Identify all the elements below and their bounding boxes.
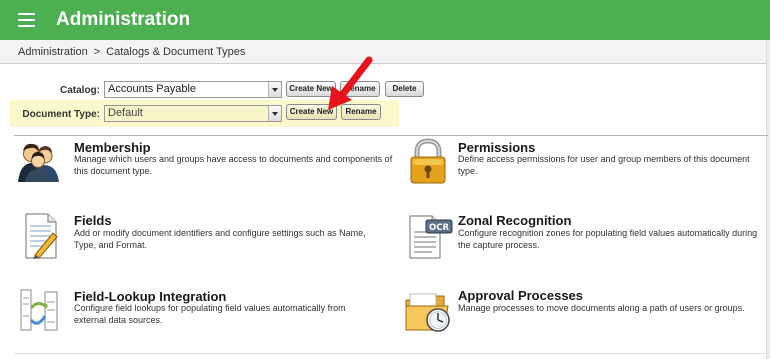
section-divider xyxy=(14,135,768,136)
catalog-select-value: Accounts Payable xyxy=(108,83,197,95)
approval-processes-link[interactable]: Approval Processes xyxy=(458,288,583,303)
catalog-delete-button[interactable]: Delete xyxy=(385,81,424,97)
ocr-document-icon: OCR xyxy=(406,212,453,259)
page-title: Administration xyxy=(56,9,191,30)
document-type-select[interactable]: Default xyxy=(104,105,282,122)
app-header: Administration xyxy=(0,0,770,40)
membership-link[interactable]: Membership xyxy=(74,140,151,155)
breadcrumb-root[interactable]: Administration xyxy=(18,46,88,58)
permissions-description: Define access permissions for user and g… xyxy=(458,154,750,176)
breadcrumb: Administration > Catalogs & Document Types xyxy=(18,45,245,59)
breadcrumb-bar: Administration > Catalogs & Document Types xyxy=(0,40,766,64)
users-icon xyxy=(16,138,60,184)
hamburger-menu-icon[interactable] xyxy=(18,13,35,27)
zonal-recognition-link[interactable]: Zonal Recognition xyxy=(458,213,571,228)
fields-link[interactable]: Fields xyxy=(74,213,112,228)
lock-icon xyxy=(406,137,450,184)
folder-clock-icon xyxy=(404,286,450,332)
breadcrumb-separator: > xyxy=(93,46,101,58)
field-lookup-integration-link[interactable]: Field-Lookup Integration xyxy=(74,289,226,304)
chevron-down-icon[interactable] xyxy=(268,82,281,97)
catalog-select[interactable]: Accounts Payable xyxy=(104,81,282,98)
permissions-link[interactable]: Permissions xyxy=(458,140,535,155)
fields-description: Add or modify document identifiers and c… xyxy=(74,228,366,250)
red-arrow-icon xyxy=(328,56,373,110)
svg-text:OCR: OCR xyxy=(429,223,449,233)
document-type-select-value: Default xyxy=(108,107,143,119)
breadcrumb-current: Catalogs & Document Types xyxy=(106,46,246,58)
field-lookup-icon xyxy=(18,286,62,332)
zonal-recognition-description: Configure recognition zones for populati… xyxy=(458,228,758,250)
field-lookup-integration-description: Configure field lookups for populating f… xyxy=(74,303,346,325)
scrollbar[interactable] xyxy=(766,40,770,359)
document-type-label: Document Type: xyxy=(22,109,100,120)
catalog-label: Catalog: xyxy=(60,85,100,96)
approval-processes-description: Manage processes to move documents along… xyxy=(458,303,745,313)
bottom-divider xyxy=(14,353,768,354)
membership-description: Manage which users and groups have acces… xyxy=(74,154,393,176)
chevron-down-icon[interactable] xyxy=(268,106,281,121)
document-pencil-icon xyxy=(18,212,62,259)
